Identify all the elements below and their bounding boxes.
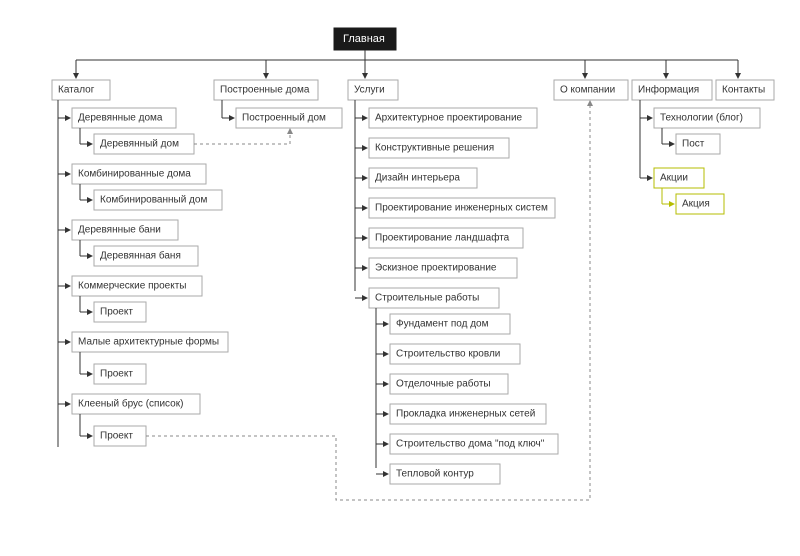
svg-text:Деревянный дом: Деревянный дом (100, 139, 179, 150)
svg-text:Акция: Акция (682, 199, 710, 210)
svg-text:Каталог: Каталог (58, 85, 95, 96)
svg-text:Пост: Пост (682, 139, 705, 150)
sitemap-diagram: Главная Каталог Построенные дома Услуги … (0, 0, 800, 556)
svg-text:Построенный дом: Построенный дом (242, 113, 326, 124)
svg-text:Проектирование ландшафта: Проектирование ландшафта (375, 232, 510, 244)
svg-text:Проект: Проект (100, 431, 133, 442)
svg-text:Конструктивные решения: Конструктивные решения (375, 143, 494, 154)
svg-text:Комбинированные дома: Комбинированные дома (78, 168, 191, 180)
svg-text:Прокладка инженерных сетей: Прокладка инженерных сетей (396, 409, 535, 420)
svg-text:Клееный брус (список): Клееный брус (список) (78, 398, 183, 410)
svg-text:Деревянные дома: Деревянные дома (78, 113, 163, 124)
svg-text:О компании: О компании (560, 85, 615, 96)
svg-text:Технологии (блог): Технологии (блог) (660, 112, 743, 124)
svg-text:Малые архитектурные формы: Малые архитектурные формы (78, 336, 219, 348)
svg-text:Акции: Акции (660, 173, 688, 184)
svg-text:Коммерческие проекты: Коммерческие проекты (78, 281, 186, 292)
svg-text:Тепловой контур: Тепловой контур (396, 469, 474, 480)
svg-text:Фундамент под дом: Фундамент под дом (396, 319, 489, 330)
svg-text:Строительные работы: Строительные работы (375, 292, 479, 304)
svg-text:Эскизное проектирование: Эскизное проектирование (375, 263, 497, 274)
node-root-label: Главная (343, 33, 385, 45)
svg-text:Комбинированный дом: Комбинированный дом (100, 194, 207, 206)
svg-text:Проект: Проект (100, 369, 133, 380)
svg-text:Деревянные бани: Деревянные бани (78, 224, 161, 236)
svg-text:Строительство кровли: Строительство кровли (396, 349, 500, 360)
svg-text:Архитектурное проектирование: Архитектурное проектирование (375, 113, 523, 124)
svg-text:Информация: Информация (638, 84, 699, 96)
svg-text:Услуги: Услуги (354, 85, 385, 96)
svg-text:Проектирование инженерных сист: Проектирование инженерных систем (375, 203, 548, 214)
svg-text:Построенные дома: Построенные дома (220, 85, 310, 96)
svg-text:Деревянная баня: Деревянная баня (100, 250, 181, 262)
svg-text:Отделочные работы: Отделочные работы (396, 378, 491, 390)
crosslink-built (194, 129, 290, 144)
svg-text:Дизайн интерьера: Дизайн интерьера (375, 173, 460, 184)
svg-text:Проект: Проект (100, 307, 133, 318)
svg-text:Строительство дома "под ключ": Строительство дома "под ключ" (396, 439, 545, 450)
svg-text:Контакты: Контакты (722, 85, 765, 96)
